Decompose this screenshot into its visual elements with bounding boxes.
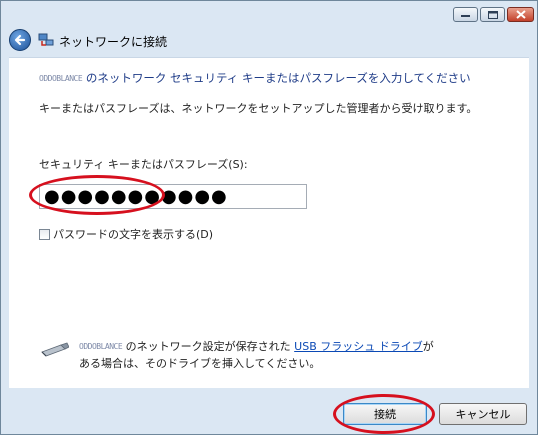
key-label: セキュリティ キーまたはパスフレーズ(S): [39, 158, 248, 171]
back-button[interactable] [9, 29, 31, 51]
info-text: キーまたはパスフレーズは、ネットワークをセットアップした管理者から受け取ります。 [39, 102, 478, 115]
content-pane: ODDOBLANCE のネットワーク セキュリティ キーまたはパスフレーズを入力… [9, 57, 529, 388]
maximize-button[interactable] [480, 7, 505, 22]
close-icon [515, 10, 526, 19]
show-characters-label: パスワードの文字を表示する(D) [53, 228, 214, 241]
network-icon [38, 33, 54, 46]
usb-text-before-link: のネットワーク設定が保存された [122, 340, 295, 353]
heading-text: のネットワーク セキュリティ キーまたはパスフレーズを入力してください [82, 71, 471, 85]
usb-hint-text: ODDOBLANCE のネットワーク設定が保存された USB フラッシュ ドライ… [79, 338, 434, 372]
connect-button[interactable]: 接続 [343, 403, 427, 425]
back-arrow-icon [14, 34, 26, 46]
show-characters-checkbox[interactable]: パスワードの文字を表示する(D) [39, 226, 213, 242]
instruction-heading: ODDOBLANCE のネットワーク セキュリティ キーまたはパスフレーズを入力… [39, 70, 471, 86]
cancel-button[interactable]: キャンセル [439, 403, 527, 425]
dialog-window: ネットワークに接続 ODDOBLANCE のネットワーク セキュリティ キーまた… [0, 0, 538, 435]
security-key-input[interactable] [39, 184, 307, 209]
usb-flash-drive-link[interactable]: USB フラッシュ ドライブ [294, 340, 423, 353]
maximize-icon [487, 10, 498, 19]
navigation-row: ネットワークに接続 [1, 25, 537, 57]
usb-name-blurred: ODDOBLANCE [79, 342, 123, 351]
minimize-icon [461, 15, 470, 17]
close-button[interactable] [507, 7, 534, 22]
network-name-blurred: ODDOBLANCE [39, 74, 83, 83]
title-bar [1, 1, 537, 25]
dialog-title: ネットワークに接続 [59, 35, 168, 49]
checkbox-box[interactable] [39, 228, 50, 240]
minimize-button[interactable] [453, 7, 478, 22]
usb-text-after-link: が [422, 340, 434, 353]
usb-drive-icon [41, 342, 69, 357]
usb-hint-line2: ある場合は、そのドライブを挿入してください。 [79, 357, 321, 370]
